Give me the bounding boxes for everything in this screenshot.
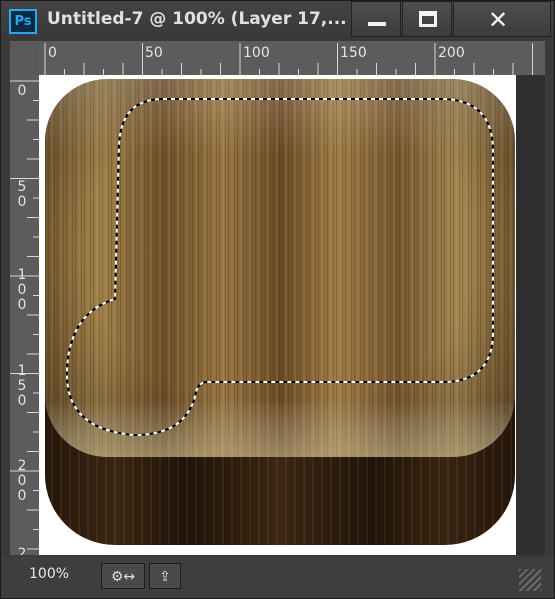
photoshop-app-icon: Ps	[9, 9, 37, 34]
maximize-button[interactable]	[402, 1, 452, 37]
workspace-settings-button[interactable]: ⚙↔	[101, 563, 145, 589]
share-button[interactable]: ⇪	[149, 563, 181, 589]
v-ruler-label-200: 2 0 0	[17, 458, 27, 504]
minimize-button[interactable]	[351, 1, 401, 37]
vertical-scroll-track[interactable]	[516, 75, 545, 555]
ruler-origin-corner[interactable]	[10, 41, 39, 75]
h-ruler-label-0: 0	[48, 45, 57, 61]
document-window: Ps Untitled-7 @ 100% (Layer 17,... ✕ 0 5…	[0, 0, 555, 599]
horizontal-ruler-ticks	[44, 43, 533, 75]
v-ruler-label-100: 1 0 0	[17, 267, 27, 313]
v-ruler-label-150: 1 5 0	[17, 363, 27, 409]
h-ruler-label-50: 50	[145, 45, 163, 61]
h-ruler-label-200: 200	[438, 45, 465, 61]
status-bar: 100% ⚙↔ ⇪	[1, 557, 554, 598]
close-button[interactable]: ✕	[453, 1, 551, 37]
document-canvas[interactable]	[39, 75, 516, 555]
share-icon: ⇪	[159, 569, 171, 585]
h-ruler-label-150: 150	[340, 45, 367, 61]
horizontal-ruler[interactable]: 0 50 100 150 200	[39, 41, 545, 75]
vertical-ruler[interactable]: 0 5 0 1 0 0 1 5 0 2 0 0 2	[10, 75, 39, 555]
gear-arrows-icon: ⚙↔	[110, 569, 136, 585]
h-ruler-label-100: 100	[243, 45, 270, 61]
window-title: Untitled-7 @ 100% (Layer 17,...	[47, 9, 347, 29]
v-ruler-label-50: 5 0	[17, 179, 27, 210]
maximize-icon	[419, 11, 437, 27]
v-ruler-label-250: 2	[17, 546, 27, 556]
close-icon: ✕	[488, 6, 509, 34]
minimize-icon	[368, 22, 386, 26]
v-ruler-label-0: 0	[17, 83, 27, 99]
zoom-level[interactable]: 100%	[29, 566, 69, 582]
wood-icon-artwork	[45, 79, 515, 545]
resize-grip-icon[interactable]	[519, 569, 541, 591]
title-bar[interactable]: Ps Untitled-7 @ 100% (Layer 17,... ✕	[1, 1, 554, 41]
